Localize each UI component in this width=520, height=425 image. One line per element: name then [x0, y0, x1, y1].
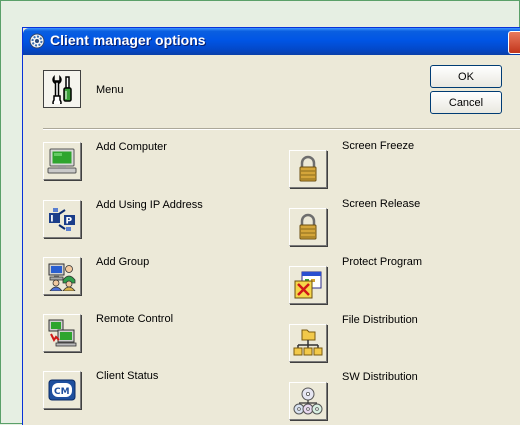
disc-distribution-icon [293, 387, 323, 415]
screen-release-label: Screen Release [342, 198, 421, 210]
sw-distribution-label: SW Distribution [342, 371, 418, 383]
remote-control-icon [48, 319, 77, 347]
options-window: Client manager options Menu OK Cancel Ad… [22, 27, 520, 425]
file-distribution-label: File Distribution [342, 314, 418, 326]
protect-program-icon [294, 271, 322, 299]
add-computer-button[interactable] [43, 142, 81, 180]
computer-icon [47, 148, 77, 174]
screen-freeze-label: Screen Freeze [342, 140, 415, 152]
ip-address-icon: I P [49, 208, 75, 231]
sw-distribution-button[interactable] [289, 382, 327, 420]
add-computer-label: Add Computer [96, 141, 167, 153]
svg-text:CM: CM [54, 387, 70, 397]
remote-control-label: Remote Control [96, 313, 174, 325]
remote-control-button[interactable] [43, 314, 81, 352]
protect-program-label: Protect Program [342, 256, 423, 268]
file-distribution-icon [293, 329, 323, 356]
menu-button[interactable] [43, 70, 81, 108]
cancel-button[interactable]: Cancel [430, 91, 502, 114]
gear-icon [29, 33, 45, 49]
protect-program-button[interactable] [289, 266, 327, 304]
title-bar[interactable]: Client manager options [23, 28, 520, 55]
add-group-button[interactable] [43, 257, 81, 295]
padlock-icon [299, 213, 317, 240]
close-button[interactable] [508, 31, 520, 54]
svg-text:P: P [66, 217, 73, 227]
svg-text:I: I [50, 215, 53, 225]
add-group-label: Add Group [96, 256, 150, 268]
client-status-button[interactable]: CM [43, 371, 81, 409]
file-distribution-button[interactable] [289, 324, 327, 362]
window-content: Menu OK Cancel Add Computer I P Add Usin… [23, 55, 520, 425]
add-ip-address-button[interactable]: I P [43, 200, 81, 238]
ok-button[interactable]: OK [430, 65, 502, 88]
separator [43, 128, 520, 130]
group-icon [48, 263, 76, 291]
screen-freeze-button[interactable] [289, 150, 327, 188]
client-status-label: Client Status [96, 370, 159, 382]
padlock-icon [299, 155, 317, 182]
add-ip-address-label: Add Using IP Address [96, 199, 203, 211]
tools-icon [52, 75, 72, 104]
cm-icon: CM [48, 379, 76, 401]
menu-label: Menu [96, 84, 124, 96]
window-title: Client manager options [50, 32, 206, 48]
screen-release-button[interactable] [289, 208, 327, 246]
